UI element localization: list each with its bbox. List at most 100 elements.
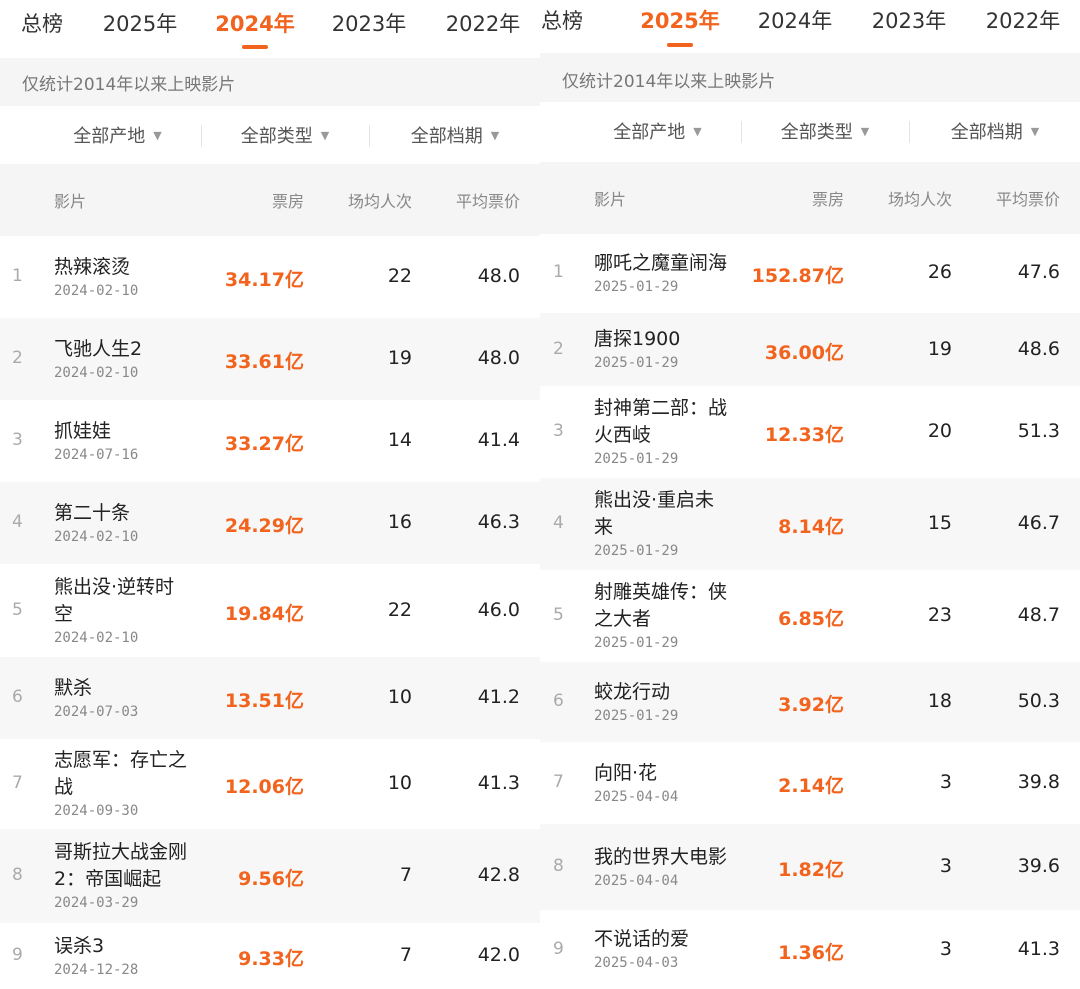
avg-attendance-value: 26 bbox=[927, 261, 952, 283]
table-row[interactable]: 8 哥斯拉大战金刚 2：帝国崛起 2024-03-29 9.56亿 7 42.8 bbox=[0, 829, 540, 923]
col-film-header: 影片 bbox=[54, 192, 87, 211]
avg-price-value: 50.3 bbox=[1017, 690, 1060, 712]
table-row[interactable]: 7 志愿军：存亡之战 2024-09-30 12.06亿 10 41.3 bbox=[0, 739, 540, 829]
tab-2025[interactable]: 2025年 bbox=[640, 5, 719, 35]
avg-price-value: 41.4 bbox=[477, 429, 520, 451]
filter-genre-dropdown[interactable]: 全部类型 ▼ bbox=[740, 102, 910, 160]
release-date: 2024-12-28 bbox=[54, 961, 139, 978]
avg-price-value: 39.6 bbox=[1017, 855, 1060, 877]
boxoffice-value: 19.84亿 bbox=[224, 602, 304, 625]
col-avg-attendance-header[interactable]: 场均人次 bbox=[888, 162, 952, 234]
col-avg-price-header[interactable]: 平均票价 bbox=[456, 164, 520, 236]
table-row[interactable]: 1 热辣滚烫 2024-02-10 34.17亿 22 48.0 bbox=[0, 236, 540, 318]
table-row[interactable]: 5 射雕英雄传：侠 之大者 2025-01-29 6.85亿 23 48.7 bbox=[540, 570, 1080, 662]
table-row[interactable]: 7 向阳·花 2025-04-04 2.14亿 3 39.8 bbox=[540, 742, 1080, 824]
filter-genre-dropdown[interactable]: 全部类型 ▼ bbox=[200, 106, 370, 164]
tab-2022[interactable]: 2022年 bbox=[446, 8, 520, 38]
boxoffice-value: 1.36亿 bbox=[778, 941, 844, 964]
boxoffice-value: 34.17亿 bbox=[224, 269, 304, 291]
film-title: 熊出没·重启未 bbox=[594, 489, 715, 511]
filter-region-dropdown[interactable]: 全部产地 ▼ bbox=[30, 106, 205, 164]
caret-down-icon: ▼ bbox=[153, 128, 162, 142]
rank-number: 9 bbox=[12, 945, 23, 965]
rank-number: 2 bbox=[553, 338, 564, 359]
release-date: 2025-01-29 bbox=[594, 707, 679, 724]
filter-region-dropdown[interactable]: 全部产地 ▼ bbox=[570, 102, 745, 160]
avg-price-value: 41.3 bbox=[477, 772, 520, 794]
caret-down-icon: ▼ bbox=[490, 128, 500, 142]
film-info: 熊出没·逆转时空 2024-02-10 bbox=[54, 574, 174, 648]
col-boxoffice-header[interactable]: 票房 bbox=[812, 162, 844, 234]
tab-2023[interactable]: 2023年 bbox=[332, 8, 406, 38]
film-info: 唐探1900 2025-01-29 bbox=[594, 326, 680, 373]
avg-price-value: 46.3 bbox=[477, 511, 520, 533]
boxoffice-value: 2.14亿 bbox=[778, 775, 844, 797]
stats-notice: 仅统计2014年以来上映影片 bbox=[540, 53, 1080, 105]
caret-down-icon: ▼ bbox=[320, 128, 330, 142]
avg-price-value: 48.6 bbox=[1017, 337, 1060, 360]
avg-price-value: 46.0 bbox=[477, 598, 520, 621]
avg-attendance-value: 10 bbox=[387, 686, 412, 708]
tab-2025[interactable]: 2025年 bbox=[103, 8, 177, 38]
tab-2024[interactable]: 2024年 bbox=[758, 5, 832, 35]
film-title: 空 bbox=[54, 602, 74, 625]
release-date: 2024-02-10 bbox=[54, 282, 139, 299]
col-avg-price-header[interactable]: 平均票价 bbox=[996, 162, 1060, 234]
film-title: 蛟龙行动 bbox=[594, 680, 671, 703]
release-date: 2024-07-03 bbox=[54, 703, 139, 720]
filter-divider bbox=[741, 121, 742, 143]
col-avg-attendance-header[interactable]: 场均人次 bbox=[348, 164, 412, 236]
active-tab-indicator bbox=[667, 43, 693, 47]
table-row[interactable]: 1 哪吒之魔童闹海 2025-01-29 152.87亿 26 47.6 bbox=[540, 233, 1080, 313]
avg-attendance-value: 14 bbox=[387, 429, 412, 451]
film-info: 第二十条 2024-02-10 bbox=[54, 500, 138, 547]
table-row[interactable]: 4 第二十条 2024-02-10 24.29亿 16 46.3 bbox=[0, 482, 540, 564]
avg-price-value: 48.7 bbox=[1017, 604, 1060, 626]
rank-number: 4 bbox=[553, 513, 564, 533]
table-row[interactable]: 2 飞驰人生2 2024-02-10 33.61亿 19 48.0 bbox=[0, 318, 540, 400]
avg-attendance-value: 7 bbox=[399, 864, 412, 886]
avg-attendance-value: 22 bbox=[387, 265, 412, 287]
table-row[interactable]: 3 抓娃娃 2024-07-16 33.27亿 14 41.4 bbox=[0, 400, 540, 482]
film-title: 默杀 bbox=[54, 676, 93, 699]
film-title: 封神第二部：战 bbox=[594, 397, 728, 419]
rank-number: 6 bbox=[553, 691, 564, 711]
film-title: 熊出没·逆转时 bbox=[54, 575, 175, 598]
avg-attendance-value: 3 bbox=[939, 855, 952, 877]
film-title: 热辣滚烫 bbox=[54, 255, 131, 278]
filter-schedule-dropdown[interactable]: 全部档期 ▼ bbox=[370, 106, 540, 164]
table-row[interactable]: 2 唐探1900 2025-01-29 36.00亿 19 48.6 bbox=[540, 313, 1080, 386]
table-row[interactable]: 9 不说话的爱 2025-04-03 1.36亿 3 41.3 bbox=[540, 910, 1080, 989]
filter-divider bbox=[909, 121, 910, 143]
col-boxoffice-header[interactable]: 票房 bbox=[272, 164, 304, 236]
tab-overall[interactable]: 总榜 bbox=[21, 8, 63, 38]
table-row[interactable]: 9 误杀3 2024-12-28 9.33亿 7 42.0 bbox=[0, 923, 540, 989]
filter-bar: 全部产地 ▼ 全部类型 ▼ 全部档期 ▼ bbox=[0, 106, 540, 164]
col-film-header: 影片 bbox=[594, 190, 627, 209]
boxoffice-value: 8.14亿 bbox=[778, 516, 844, 538]
tab-2024[interactable]: 2024年 bbox=[215, 8, 294, 38]
film-info: 封神第二部：战 火西岐 2025-01-29 bbox=[594, 395, 727, 469]
filter-schedule-dropdown[interactable]: 全部档期 ▼ bbox=[910, 102, 1080, 160]
tab-2023[interactable]: 2023年 bbox=[872, 5, 946, 35]
table-row[interactable]: 8 我的世界大电影 2025-04-04 1.82亿 3 39.6 bbox=[540, 824, 1080, 910]
rank-number: 4 bbox=[12, 512, 23, 532]
year-tabs: 总榜 2025年 2024年 2023年 2022年 bbox=[540, 5, 1080, 59]
table-row[interactable]: 4 熊出没·重启未来 2025-01-29 8.14亿 15 46.7 bbox=[540, 478, 1080, 570]
release-date: 2024-02-10 bbox=[54, 364, 139, 381]
avg-attendance-value: 19 bbox=[927, 337, 952, 360]
filter-region-label: 全部产地 bbox=[73, 126, 146, 147]
tab-2022[interactable]: 2022年 bbox=[986, 5, 1060, 35]
table-row[interactable]: 3 封神第二部：战 火西岐 2025-01-29 12.33亿 20 51.3 bbox=[540, 386, 1080, 478]
film-title: 战 bbox=[54, 776, 74, 798]
table-row[interactable]: 6 默杀 2024-07-03 13.51亿 10 41.2 bbox=[0, 657, 540, 739]
release-date: 2025-01-29 bbox=[594, 278, 679, 295]
table-row[interactable]: 5 熊出没·逆转时空 2024-02-10 19.84亿 22 46.0 bbox=[0, 564, 540, 657]
tab-overall[interactable]: 总榜 bbox=[541, 5, 583, 35]
film-info: 不说话的爱 2025-04-03 bbox=[594, 926, 689, 973]
rank-number: 5 bbox=[553, 605, 564, 625]
table-row[interactable]: 6 蛟龙行动 2025-01-29 3.92亿 18 50.3 bbox=[540, 662, 1080, 742]
film-title: 误杀3 bbox=[54, 934, 105, 957]
rank-number: 8 bbox=[553, 856, 564, 876]
avg-price-value: 41.3 bbox=[1017, 937, 1060, 960]
